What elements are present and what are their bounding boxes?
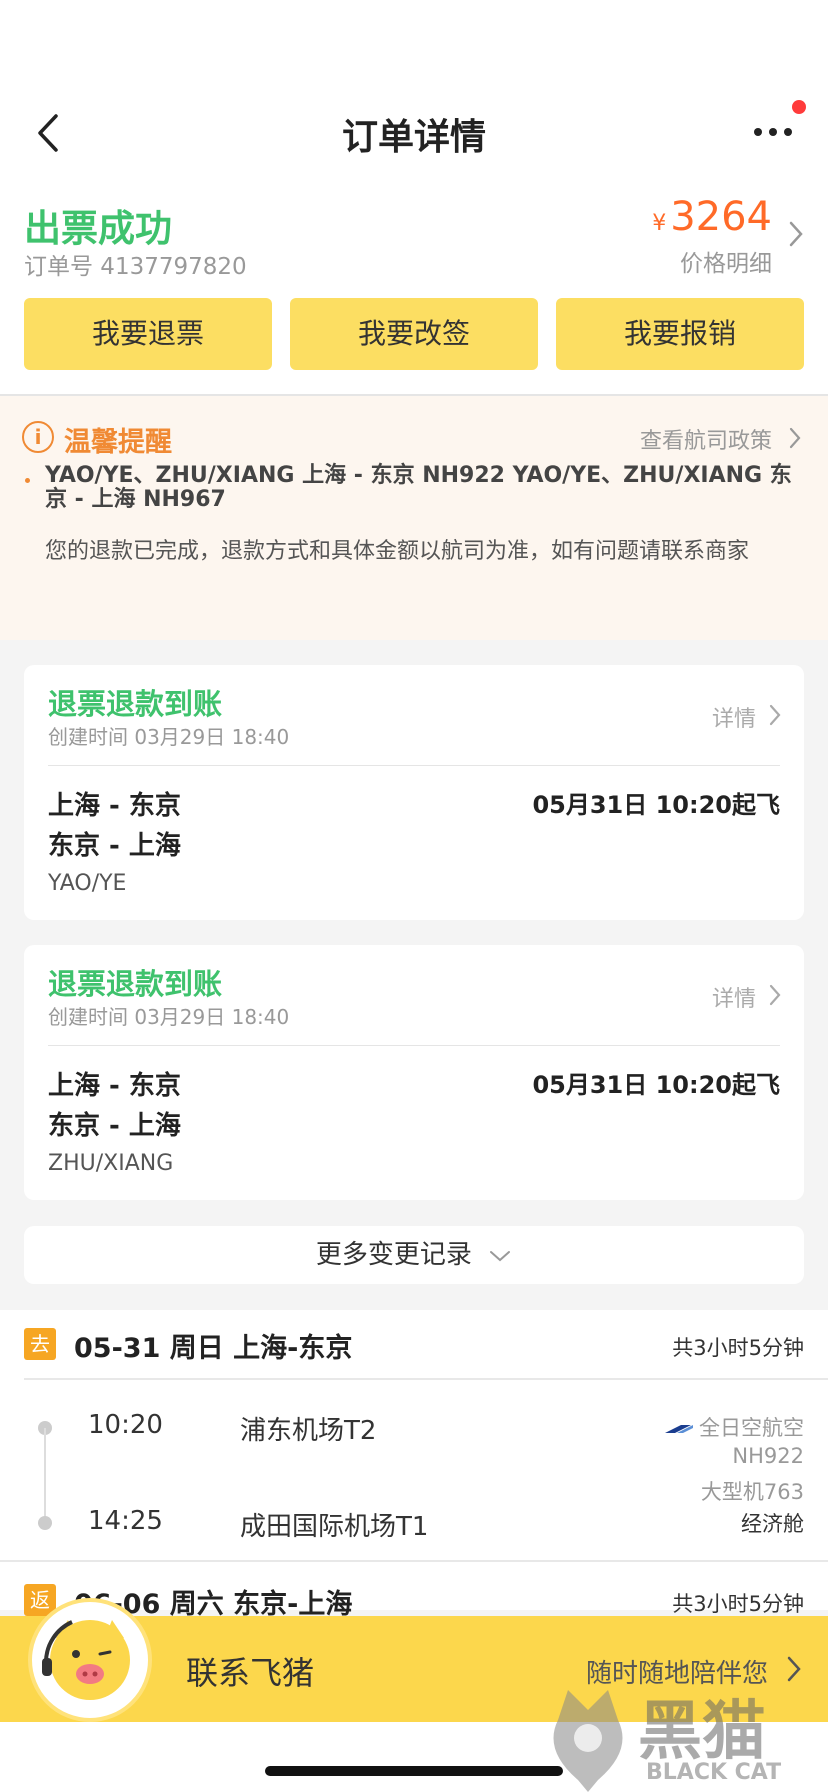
chevron-right-icon [769, 704, 781, 726]
route-return: 东京 - 上海 [48, 831, 181, 861]
notification-dot [792, 100, 806, 114]
outbound-duration: 共3小时5分钟 [672, 1336, 804, 1360]
bullet [25, 478, 30, 483]
total-price[interactable]: ¥3264 [652, 194, 772, 240]
page-title: 订单详情 [341, 117, 486, 158]
pig-mascot-icon [42, 1620, 130, 1700]
departure-time: 10:20 [88, 1410, 163, 1440]
notice-message: 您的退款已完成，退款方式和具体金额以航司为准，如有问题请联系商家 [45, 539, 750, 564]
chevron-right-icon [787, 1656, 801, 1682]
arrival-time: 14:25 [88, 1506, 163, 1536]
ana-logo-icon [665, 1425, 693, 1433]
divider [24, 1378, 828, 1380]
departure-time: 05月31日 10:20起飞 [532, 1071, 780, 1099]
arrival-airport: 成田国际机场T1 [240, 1512, 429, 1542]
refund-button[interactable]: 我要退票 [24, 298, 272, 370]
order-number: 订单号 4137797820 [24, 254, 247, 280]
info-icon: i [22, 421, 54, 453]
change-button[interactable]: 我要改签 [290, 298, 538, 370]
reimburse-button[interactable]: 我要报销 [556, 298, 804, 370]
timeline-dot [38, 1516, 52, 1530]
watermark-subtext: BLACK CAT [646, 1760, 782, 1785]
notice-section: i 温馨提醒 查看航司政策 YAO/YE、ZHU/XIANG 上海 - 东京 N… [0, 396, 828, 640]
route-return: 东京 - 上海 [48, 1111, 181, 1141]
price-value: 3264 [670, 194, 772, 240]
contact-label: 联系飞猪 [186, 1654, 315, 1692]
notice-flights: YAO/YE、ZHU/XIANG 上海 - 东京 NH922 YAO/YE、ZH… [45, 463, 792, 512]
notice-title: 温馨提醒 [64, 427, 172, 458]
more-options-button[interactable] [748, 112, 798, 152]
divider [48, 765, 780, 766]
flight-info-section: 去 05-31 周日 上海-东京 共3小时5分钟 10:20 浦东机场T2 14… [0, 1310, 828, 1620]
chevron-right-icon [789, 427, 801, 449]
more-icon [754, 128, 792, 136]
order-status-section: 出票成功 订单号 4137797820 ¥3264 价格明细 我要退票 我要改签… [0, 180, 828, 395]
route-outbound: 上海 - 东京 [48, 1071, 181, 1101]
refund-card[interactable]: 退票退款到账 创建时间 03月29日 18:40 详情 上海 - 东京 东京 -… [24, 665, 804, 920]
passenger-name: ZHU/XIANG [48, 1151, 174, 1176]
refund-created-time: 创建时间 03月29日 18:40 [48, 1005, 290, 1029]
fliggy-avatar[interactable] [28, 1598, 152, 1722]
outbound-tag: 去 [24, 1328, 56, 1360]
refund-created-time: 创建时间 03月29日 18:40 [48, 725, 290, 749]
passenger-name: YAO/YE [48, 871, 127, 896]
divider [0, 1560, 828, 1562]
route-outbound: 上海 - 东京 [48, 791, 181, 821]
refund-status: 退票退款到账 [48, 967, 223, 1001]
airline-policy-link[interactable]: 查看航司政策 [640, 423, 772, 455]
watermark-text: 黑猫 [638, 1695, 766, 1769]
refund-detail-link[interactable]: 详情 [712, 981, 756, 1013]
outbound-header: 05-31 周日 上海-东京 [74, 1333, 353, 1364]
chevron-right-icon [769, 984, 781, 1006]
more-records-button[interactable]: 更多变更记录 [24, 1226, 804, 1284]
order-status: 出票成功 [24, 207, 172, 250]
departure-time: 05月31日 10:20起飞 [532, 791, 780, 819]
chevron-right-icon [789, 221, 803, 247]
black-cat-watermark: 黑猫 BLACK CAT [538, 1680, 828, 1792]
flight-number: NH922 [732, 1444, 804, 1468]
refund-card[interactable]: 退票退款到账 创建时间 03月29日 18:40 详情 上海 - 东京 东京 -… [24, 945, 804, 1200]
currency-symbol: ¥ [652, 211, 667, 236]
cabin-class: 经济舱 [741, 1512, 804, 1536]
refund-status: 退票退款到账 [48, 687, 223, 721]
aircraft-type: 大型机763 [700, 1480, 804, 1504]
airline: 全日空航空 [665, 1412, 804, 1442]
home-indicator [265, 1766, 563, 1776]
airline-name: 全日空航空 [699, 1416, 804, 1440]
price-detail-link[interactable]: 价格明细 [680, 244, 772, 278]
more-records-label: 更多变更记录 [315, 1240, 472, 1270]
top-bar: 订单详情 [0, 0, 828, 180]
return-duration: 共3小时5分钟 [672, 1592, 804, 1616]
timeline-line [44, 1428, 46, 1520]
departure-airport: 浦东机场T2 [240, 1416, 377, 1446]
divider [48, 1045, 780, 1046]
refund-detail-link[interactable]: 详情 [712, 701, 756, 733]
chevron-down-icon [490, 1250, 511, 1261]
